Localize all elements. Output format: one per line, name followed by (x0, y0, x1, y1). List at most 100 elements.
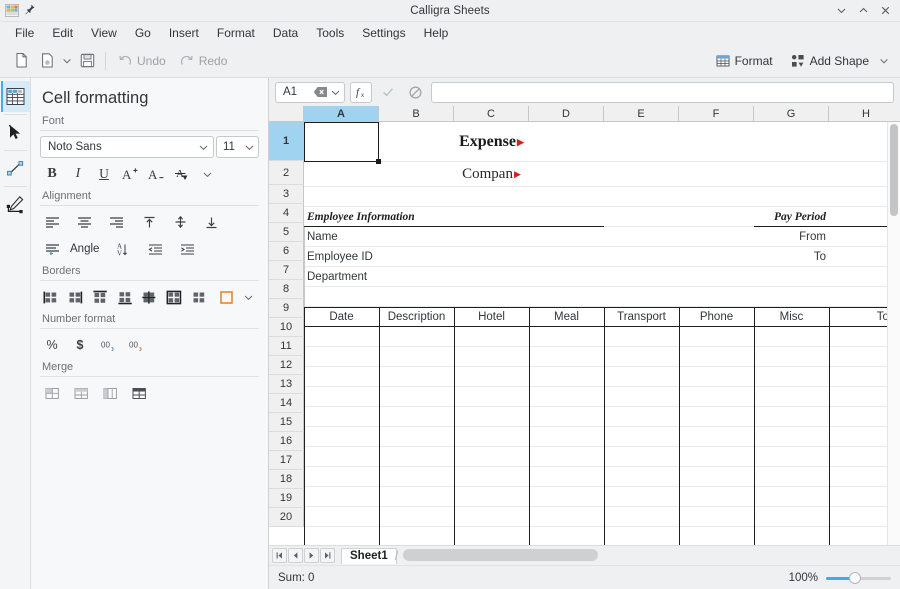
cell-A7[interactable]: Department (304, 267, 379, 287)
column-header-B[interactable]: B (379, 106, 454, 122)
zoom-slider-handle[interactable] (849, 572, 861, 584)
cell-C2[interactable]: Compan▶ (454, 162, 529, 187)
underline-button[interactable]: U (92, 163, 116, 185)
merge-horizontal-button[interactable] (69, 382, 93, 404)
column-header-D[interactable]: D (529, 106, 604, 122)
decrease-precision-button[interactable]: 00 (124, 334, 148, 356)
row-header-10[interactable]: 10 (269, 318, 304, 337)
new-document-button[interactable] (8, 48, 34, 74)
horizontal-scrollbar-thumb[interactable] (403, 549, 598, 561)
decrease-font-size-button[interactable]: A (144, 163, 168, 185)
menu-view[interactable]: View (82, 24, 126, 42)
row-header-17[interactable]: 17 (269, 451, 304, 470)
border-all-button[interactable] (139, 286, 162, 308)
border-outline-button[interactable] (163, 286, 186, 308)
border-top-button[interactable] (89, 286, 112, 308)
border-right-button[interactable] (65, 286, 88, 308)
cell-F9[interactable]: Phone (679, 307, 754, 327)
row-header-15[interactable]: 15 (269, 413, 304, 432)
tool-connector[interactable] (1, 153, 30, 184)
row-header-9[interactable]: 9 (269, 299, 304, 318)
first-sheet-button[interactable] (272, 548, 287, 563)
row-header-12[interactable]: 12 (269, 356, 304, 375)
menu-settings[interactable]: Settings (353, 24, 414, 42)
border-left-button[interactable] (40, 286, 63, 308)
column-header-F[interactable]: F (679, 106, 754, 122)
row-header-18[interactable]: 18 (269, 470, 304, 489)
row-header-7[interactable]: 7 (269, 261, 304, 280)
add-shape-dropdown[interactable] (876, 48, 892, 74)
column-header-A[interactable]: A (304, 106, 379, 122)
cell-G9[interactable]: Misc (754, 307, 829, 327)
money-format-button[interactable]: $ (68, 334, 92, 356)
sheet-tab-sheet1[interactable]: Sheet1 (341, 548, 397, 564)
border-color-dropdown[interactable] (238, 286, 259, 308)
cell-G5[interactable]: From (754, 227, 829, 247)
row-header-16[interactable]: 16 (269, 432, 304, 451)
dissociate-cells-button[interactable] (127, 382, 151, 404)
cell-reference-box[interactable]: A1 (275, 82, 345, 103)
cell-A6[interactable]: Employee ID (304, 247, 379, 267)
menu-edit[interactable]: Edit (43, 24, 82, 42)
decrease-indent-button[interactable] (143, 238, 167, 260)
column-header-H[interactable]: H (829, 106, 900, 122)
cancel-formula-button[interactable] (404, 82, 426, 103)
accept-formula-button[interactable] (377, 82, 399, 103)
cell-D9[interactable]: Meal (529, 307, 604, 327)
row-header-8[interactable]: 8 (269, 280, 304, 299)
tool-select-shape[interactable] (1, 117, 30, 148)
increase-font-size-button[interactable]: A (118, 163, 142, 185)
wrap-text-button[interactable] (40, 238, 64, 260)
menu-tools[interactable]: Tools (307, 24, 353, 42)
cell-canvas-viewport[interactable]: Expense▶Compan▶Employee InformationPay P… (304, 122, 900, 545)
function-wizard-button[interactable]: fx (350, 82, 372, 103)
formula-input[interactable] (431, 82, 894, 103)
undo-button[interactable]: Undo (111, 51, 173, 71)
next-sheet-button[interactable] (304, 548, 319, 563)
row-header-13[interactable]: 13 (269, 375, 304, 394)
save-document-button[interactable] (74, 48, 100, 74)
column-header-G[interactable]: G (754, 106, 829, 122)
align-right-button[interactable] (104, 211, 128, 233)
vertical-scrollbar-thumb[interactable] (890, 124, 898, 216)
cell-B9[interactable]: Description (379, 307, 454, 327)
row-header-14[interactable]: 14 (269, 394, 304, 413)
font-size-select[interactable]: 11 (216, 136, 259, 158)
merge-cells-button[interactable] (40, 382, 64, 404)
menu-go[interactable]: Go (126, 24, 160, 42)
select-all-corner[interactable] (269, 106, 304, 122)
cell-C1[interactable]: Expense▶ (454, 122, 529, 162)
format-button[interactable]: Format (709, 51, 780, 71)
vertical-scrollbar[interactable] (887, 122, 900, 545)
align-middle-button[interactable] (168, 211, 192, 233)
tool-spreadsheet[interactable] (1, 81, 30, 112)
clear-icon[interactable] (313, 86, 328, 98)
open-recent-dropdown[interactable] (60, 48, 74, 74)
cell-E9[interactable]: Transport (604, 307, 679, 327)
cell-G6[interactable]: To (754, 247, 829, 267)
font-family-select[interactable]: Noto Sans (40, 136, 214, 158)
row-header-20[interactable]: 20 (269, 508, 304, 527)
align-top-button[interactable] (137, 211, 161, 233)
align-left-button[interactable] (40, 211, 64, 233)
border-bottom-button[interactable] (114, 286, 137, 308)
row-header-5[interactable]: 5 (269, 223, 304, 242)
previous-sheet-button[interactable] (288, 548, 303, 563)
menu-format[interactable]: Format (208, 24, 264, 42)
angle-button[interactable]: Angle (64, 243, 105, 255)
text-color-dropdown[interactable] (196, 163, 218, 185)
cell-A9[interactable]: Date (304, 307, 379, 327)
row-header-2[interactable]: 2 (269, 161, 304, 185)
menu-insert[interactable]: Insert (160, 24, 208, 42)
row-header-11[interactable]: 11 (269, 337, 304, 356)
row-header-4[interactable]: 4 (269, 204, 304, 223)
horizontal-scrollbar[interactable] (403, 549, 894, 562)
align-center-button[interactable] (72, 211, 96, 233)
row-header-1[interactable]: 1 (269, 122, 304, 161)
close-button[interactable] (880, 5, 891, 16)
cell-C9[interactable]: Hotel (454, 307, 529, 327)
menu-help[interactable]: Help (415, 24, 458, 42)
text-color-button[interactable]: A (170, 163, 194, 185)
menu-file[interactable]: File (6, 24, 43, 42)
row-header-6[interactable]: 6 (269, 242, 304, 261)
